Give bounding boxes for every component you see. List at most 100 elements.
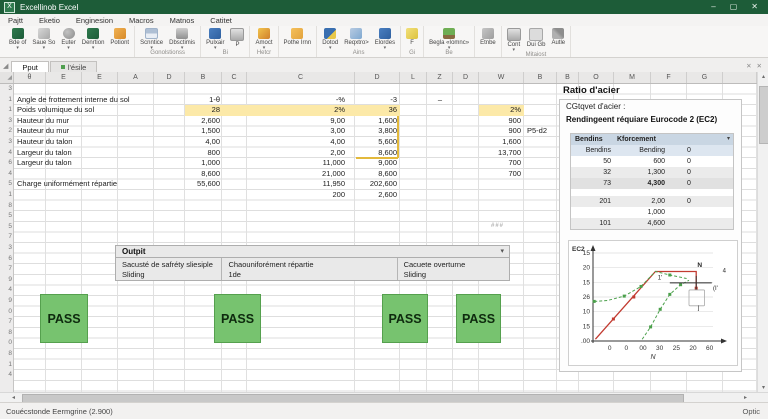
- row-number[interactable]: 3: [0, 243, 12, 254]
- cell-c-row6[interactable]: 2,00: [250, 148, 345, 159]
- column-header-E-2[interactable]: E: [82, 72, 118, 83]
- cell-w-row3[interactable]: 900: [479, 116, 521, 127]
- cell-w-row6[interactable]: 13,700: [479, 148, 521, 159]
- output-col-1[interactable]: Chaouniforément répartie 1de: [222, 258, 398, 280]
- horizontal-scrollbar[interactable]: ◂ ▸: [0, 392, 768, 403]
- output-col-0[interactable]: Sacusté de safréty sliesiple Sliding: [116, 258, 223, 280]
- ribbon-button-flag-blue[interactable]: Pulxair ▾: [204, 27, 226, 51]
- cell-c-row5[interactable]: 4,00: [250, 137, 345, 148]
- rt-row-6[interactable]: 1,000: [571, 207, 733, 218]
- cell-w-row2[interactable]: 2%: [479, 105, 521, 116]
- row-number[interactable]: 1: [0, 95, 12, 106]
- row-number[interactable]: 3: [0, 84, 12, 95]
- column-header-Z-10[interactable]: Z: [427, 72, 453, 83]
- column-header-C-6[interactable]: C: [222, 72, 247, 83]
- ribbon-button-table-green[interactable]: Denrtion ▾: [80, 27, 107, 51]
- scroll-left-icon[interactable]: ◂: [8, 394, 19, 401]
- ribbon-button-scissors[interactable]: Autle: [549, 27, 567, 46]
- ribbon-button-note-yellow[interactable]: F: [404, 27, 420, 46]
- cell-label-row9[interactable]: Charge uniformément répartie: [17, 179, 185, 190]
- scroll-down-icon[interactable]: ▾: [758, 384, 768, 391]
- row-number[interactable]: 4: [0, 370, 12, 381]
- rt-row-7[interactable]: 101 4,600: [571, 218, 733, 229]
- cell-label-row5[interactable]: Hauteur du talon: [17, 137, 185, 148]
- ribbon-button-doc-gray[interactable]: Cont ▾: [505, 27, 523, 53]
- cell-c-row2[interactable]: 2%: [250, 105, 345, 116]
- row-number[interactable]: 9: [0, 296, 12, 307]
- cell-c-row4[interactable]: 3,00: [250, 126, 345, 137]
- row-number[interactable]: 1: [0, 360, 12, 371]
- cell-z-row1[interactable]: –: [427, 95, 453, 106]
- ribbon-button-chart-blue[interactable]: Dotod ▾: [320, 27, 340, 51]
- column-header-W-12[interactable]: W: [479, 72, 524, 83]
- row-number[interactable]: 5: [0, 222, 12, 233]
- column-header-θ-0[interactable]: θ: [14, 72, 46, 83]
- cell-d-row9[interactable]: 202,600: [355, 179, 397, 190]
- cell-b-row5[interactable]: 4,00: [185, 137, 220, 148]
- split-close-icon-2[interactable]: ✕: [757, 62, 762, 70]
- ribbon-button-badge-60[interactable]: Dui Gb: [525, 27, 548, 48]
- column-header-D-11[interactable]: D: [453, 72, 479, 83]
- maximize-icon[interactable]: ▢: [730, 0, 738, 14]
- ribbon-button-table-orange[interactable]: Potiont: [108, 27, 131, 46]
- cell-note-row4[interactable]: P5-d2: [527, 126, 557, 137]
- cell-c-row8[interactable]: 21,000: [250, 169, 345, 180]
- ribbon-button-sheet-gray[interactable]: Saue So ▾: [30, 27, 57, 51]
- rt-row-0[interactable]: Bendins Bending 0: [571, 145, 733, 156]
- cell-d-row7[interactable]: 9,000: [355, 158, 397, 169]
- cell-w-row5[interactable]: 1,600: [479, 137, 521, 148]
- rt-row-3[interactable]: 73 4,300 0: [571, 178, 733, 189]
- cell-w-row8[interactable]: 700: [479, 169, 521, 180]
- cell-c-row10[interactable]: 200: [250, 190, 345, 201]
- cell-b-row7[interactable]: 1,000: [185, 158, 220, 169]
- menu-item-pajtt[interactable]: Pajtt: [8, 16, 23, 25]
- cell-b-row4[interactable]: 1,500: [185, 126, 220, 137]
- cell-d-row1[interactable]: -3: [355, 95, 397, 106]
- cell-w-row7[interactable]: 700: [479, 158, 521, 169]
- row-number[interactable]: 5: [0, 179, 12, 190]
- column-header-C-7[interactable]: C: [247, 72, 355, 83]
- column-header-M-16[interactable]: M: [614, 72, 651, 83]
- cell-b-row9[interactable]: 55,600: [185, 179, 220, 190]
- row-number[interactable]: 6: [0, 158, 12, 169]
- cell-d-row10[interactable]: 2,600: [355, 190, 397, 201]
- pass-indicator-4[interactable]: PASS: [456, 294, 501, 343]
- vscroll-thumb[interactable]: [759, 86, 768, 144]
- status-right-text[interactable]: Optic: [742, 407, 768, 416]
- menu-item-enginesion[interactable]: Enginesion: [76, 16, 113, 25]
- minimize-icon[interactable]: –: [711, 0, 715, 14]
- cell-b-row3[interactable]: 2,600: [185, 116, 220, 127]
- ribbon-button-folder-orange[interactable]: Pothe Irnn: [282, 27, 314, 46]
- row-number[interactable]: 4: [0, 285, 12, 296]
- tab-nav-icon[interactable]: ◢: [0, 62, 11, 72]
- reinforcement-table[interactable]: Bendins Kforcement ▾ Bendins Bending 0 50 600 0 3…: [570, 133, 734, 230]
- column-header-O-15[interactable]: O: [579, 72, 614, 83]
- ribbon-button-flag-blue[interactable]: Elordes ▾: [373, 27, 397, 51]
- ribbon-button-table-green[interactable]: Bde of ▾: [7, 27, 28, 51]
- filter-dropdown-icon[interactable]: ▾: [727, 134, 730, 145]
- row-number[interactable]: 7: [0, 264, 12, 275]
- cell-d-row2[interactable]: 36: [355, 105, 397, 116]
- row-number[interactable]: 1: [0, 105, 12, 116]
- row-number[interactable]: 0: [0, 338, 12, 349]
- cell-label-row4[interactable]: Hauteur du mur: [17, 126, 185, 137]
- column-header-B-5[interactable]: B: [185, 72, 222, 83]
- cell-b-row8[interactable]: 8,600: [185, 169, 220, 180]
- close-icon[interactable]: ✕: [751, 0, 758, 14]
- column-header-B-13[interactable]: B: [524, 72, 557, 83]
- ribbon-button-shapes-gray[interactable]: Euter ▾: [59, 27, 77, 51]
- row-number[interactable]: 8: [0, 349, 12, 360]
- cell-d-row5[interactable]: 5,600: [355, 137, 397, 148]
- menu-item-eketio[interactable]: Eketio: [39, 16, 60, 25]
- cell-c-row1[interactable]: -%: [250, 95, 345, 106]
- scroll-up-icon[interactable]: ▴: [758, 73, 768, 80]
- row-number[interactable]: 3: [0, 116, 12, 127]
- column-header-B-14[interactable]: B: [557, 72, 579, 83]
- column-header-G-18[interactable]: G: [687, 72, 723, 83]
- output-col-2[interactable]: Cacuete overturne Sliding: [398, 258, 509, 280]
- select-all-corner[interactable]: ◢: [0, 72, 14, 83]
- cell-label-row2[interactable]: Poids volumique du sol: [17, 105, 185, 116]
- rt-row-1[interactable]: 50 600 0: [571, 156, 733, 167]
- row-number[interactable]: 7: [0, 232, 12, 243]
- split-close-icon[interactable]: ✕: [746, 62, 751, 70]
